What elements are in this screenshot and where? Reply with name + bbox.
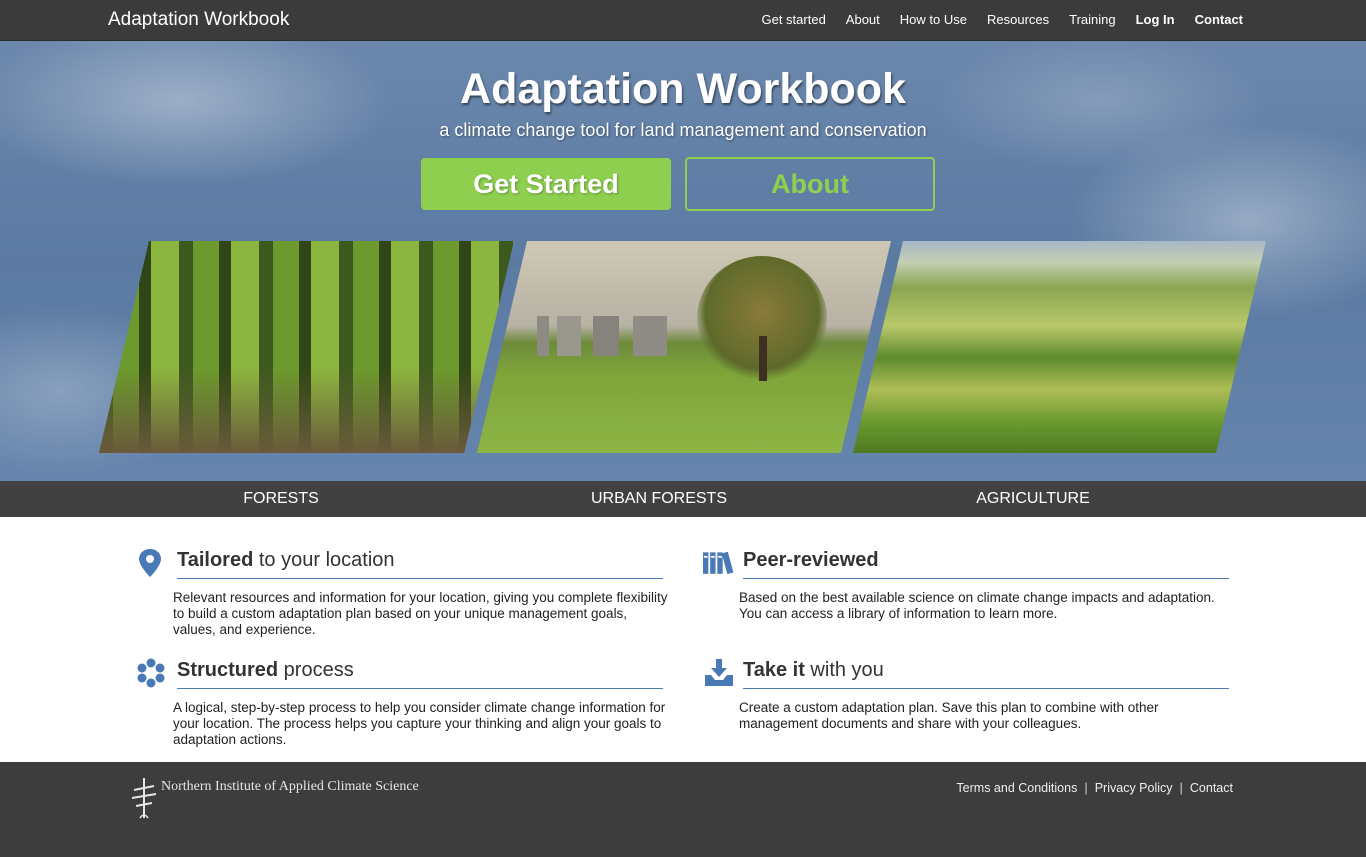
nav-training[interactable]: Training [1069,12,1115,27]
main-nav: Get started About How to Use Resources T… [741,12,1243,27]
separator: | [1084,780,1088,795]
feature-title: Structured process [177,659,663,689]
top-navbar: Adaptation Workbook Get started About Ho… [0,0,1366,41]
category-forests[interactable]: FORESTS [131,490,431,508]
feature-title: Take it with you [743,659,1229,689]
nav-contact[interactable]: Contact [1195,12,1243,27]
feature-text: Relevant resources and information for y… [173,590,668,637]
nav-log-in[interactable]: Log In [1136,12,1175,27]
footer-links: Terms and Conditions | Privacy Policy | … [956,780,1233,795]
nav-resources[interactable]: Resources [987,12,1049,27]
books-icon [703,551,734,575]
features-section: Tailored to your location Relevant resou… [0,517,1366,762]
tree-trunk [759,336,767,381]
tree-logo-icon [131,778,157,819]
feature-title: Peer-reviewed [743,549,1229,579]
city-skyline [537,316,687,356]
category-agriculture[interactable]: AGRICULTURE [883,490,1183,508]
feature-title: Tailored to your location [177,549,663,579]
brand-link[interactable]: Adaptation Workbook [108,9,289,31]
privacy-link[interactable]: Privacy Policy [1095,781,1173,795]
get-started-button[interactable]: Get Started [421,158,671,210]
about-button[interactable]: About [685,157,935,211]
hero-title: Adaptation Workbook [460,65,906,113]
category-urban-forests[interactable]: URBAN FORESTS [509,490,809,508]
download-tray-icon [705,659,733,686]
feature-text: A logical, step-by-step process to help … [173,700,666,747]
footer-contact-link[interactable]: Contact [1190,781,1233,795]
category-bar: FORESTS URBAN FORESTS AGRICULTURE [0,481,1366,517]
hero-subtitle: a climate change tool for land managemen… [439,120,927,140]
nav-get-started[interactable]: Get started [761,12,825,27]
feature-text: Based on the best available science on c… [739,590,1215,621]
separator: | [1179,780,1183,795]
terms-link[interactable]: Terms and Conditions [956,781,1077,795]
forests-image[interactable] [99,241,514,453]
footer: Northern Institute of Applied Climate Sc… [0,762,1366,857]
nav-about[interactable]: About [846,12,880,27]
hero-section: Adaptation Workbook a climate change too… [0,41,1366,481]
feature-text: Create a custom adaptation plan. Save th… [739,700,1159,731]
location-pin-icon [139,549,161,577]
org-name: Northern Institute of Applied Climate Sc… [161,779,419,794]
nav-how-to-use[interactable]: How to Use [900,12,967,27]
urban-forests-image[interactable] [477,241,891,453]
agriculture-image[interactable] [853,241,1266,453]
cycle-dots-icon [137,658,165,688]
